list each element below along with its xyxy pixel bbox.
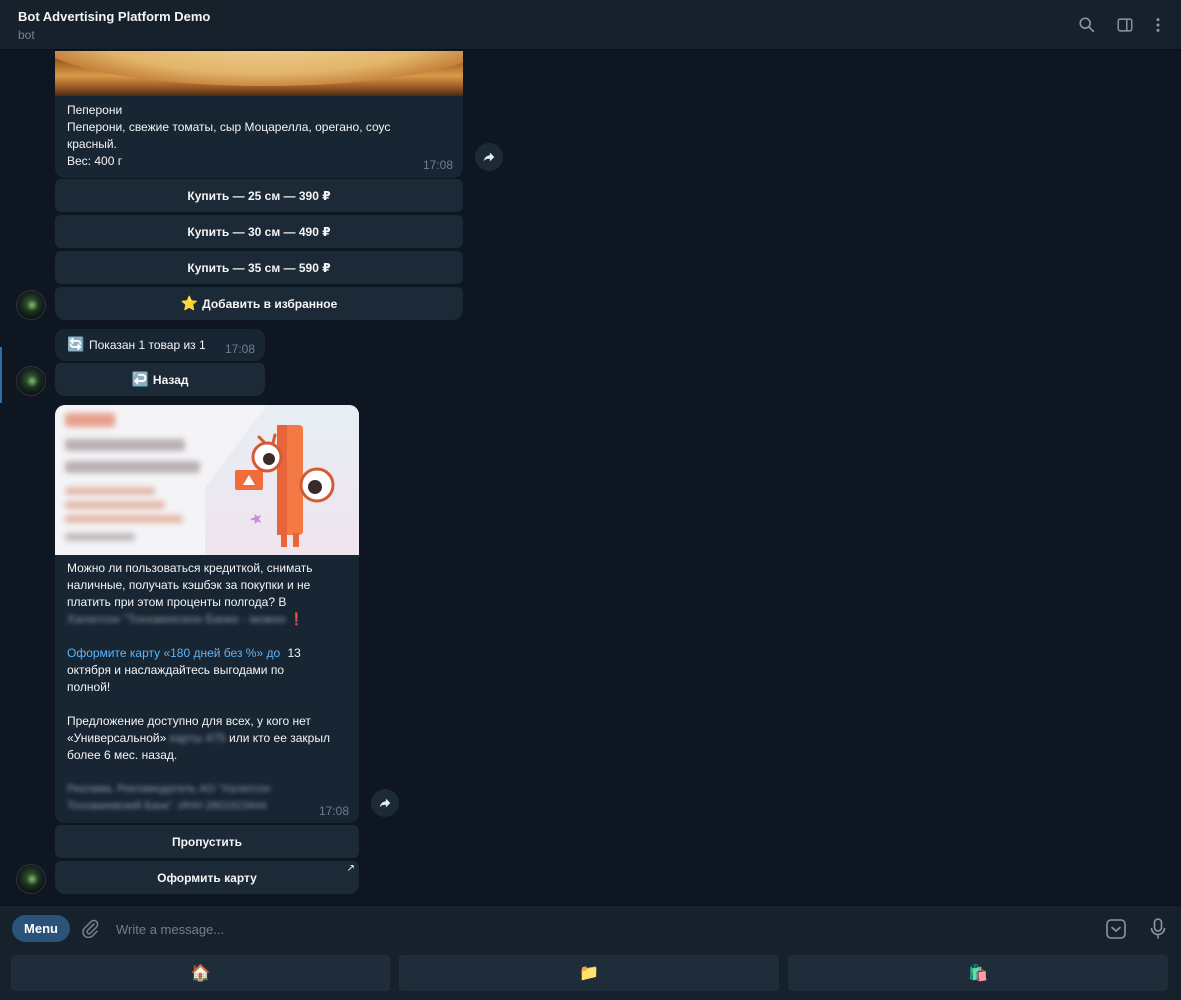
sidebar-toggle-icon[interactable] [1114, 14, 1136, 36]
microphone-icon[interactable] [1148, 917, 1168, 941]
ad-text-line: более 6 мес. назад. [67, 748, 178, 762]
bot-avatar[interactable] [16, 366, 46, 396]
message-composer: Menu [0, 905, 1181, 950]
star-icon: ⭐ [180, 295, 199, 311]
shopping-bags-icon: 🛍️ [968, 965, 988, 982]
folder-icon: 📁 [579, 965, 599, 982]
ad-text-fragment: или кто ее закрыл [229, 731, 330, 745]
message-time: 17:08 [224, 342, 255, 356]
ad-text-line: Предложение доступно для всех, у кого не… [67, 714, 311, 728]
chat-header: Bot Advertising Platform Demo bot [0, 0, 1181, 50]
external-link-icon: ↗ [346, 863, 355, 874]
forward-icon[interactable] [475, 143, 503, 171]
ad-text-line: платить при этом проценты полгода? В [67, 595, 287, 609]
product-name: Пеперони [67, 103, 123, 117]
mascot-illustration [235, 425, 335, 547]
ad-disclaimer-redacted: Реклама. Рекламодатель АО "Халатсон [67, 783, 271, 795]
ad-text-line: полной! [67, 680, 111, 694]
redacted-text: Халатсон "Тоххакеескон Банке - можно [67, 612, 286, 626]
ad-text-fragment: «Универсальной» [67, 731, 167, 745]
ad-message-bubble: Можно ли пользоваться кредиткой, снимать… [55, 555, 359, 823]
shopping-button[interactable]: 🛍️ [788, 955, 1168, 991]
apply-card-label: Оформить карту [157, 870, 257, 885]
ad-text-line: «Универсальной» карты 475 или кто ее зак… [67, 730, 330, 747]
chat-title[interactable]: Bot Advertising Platform Demo [18, 9, 210, 24]
back-label: Назад [152, 372, 189, 387]
reply-keyboard: 🏠 📁 🛍️ [0, 950, 1181, 1000]
redacted-text: карты 475 [169, 731, 226, 745]
forward-icon[interactable] [371, 789, 399, 817]
home-icon: 🏠 [190, 965, 211, 982]
product-message-bubble: Пеперони Пеперони, свежие томаты, сыр Мо… [55, 96, 463, 178]
ad-text-fragment: 13 [287, 646, 301, 660]
add-to-favorites-button[interactable]: ⭐ Добавить в избранное [55, 287, 463, 320]
bot-avatar[interactable] [16, 864, 46, 894]
more-vertical-icon[interactable] [1147, 14, 1169, 36]
card-offer-link[interactable]: Оформите карту «180 дней без %» до [67, 646, 280, 660]
paperclip-icon[interactable] [80, 918, 100, 939]
message-time: 17:08 [422, 158, 453, 172]
message-time: 17:08 [318, 804, 349, 818]
ad-text-line-redacted: Халатсон "Тоххакеескон Банке - можно ❗ [67, 611, 304, 628]
chat-subtitle: bot [18, 28, 35, 42]
pizza-photo[interactable] [55, 51, 463, 96]
product-description-line: красный. [67, 137, 117, 151]
buy-35cm-button[interactable]: Купить — 35 см — 590 ₽ [55, 251, 463, 284]
search-icon[interactable] [1076, 14, 1098, 36]
bot-menu-button[interactable]: Menu [12, 915, 70, 942]
unread-indicator [0, 347, 2, 403]
ad-banner-image[interactable] [55, 405, 359, 555]
exclamation-icon: ❗ [289, 612, 305, 626]
message-input[interactable] [116, 917, 1076, 941]
add-to-favorites-label: Добавить в избранное [202, 296, 338, 311]
bot-keyboard-toggle-icon[interactable] [1105, 918, 1127, 940]
pagination-message-bubble: 🔄 Показан 1 товар из 1 17:08 [55, 329, 265, 361]
skip-button[interactable]: Пропустить [55, 825, 359, 858]
buy-30cm-button[interactable]: Купить — 30 см — 490 ₽ [55, 215, 463, 248]
ad-text-line: Оформите карту «180 дней без %» до 13 [67, 645, 301, 662]
return-arrow-icon: ↩️ [131, 371, 149, 387]
ad-text-line: Можно ли пользоваться кредиткой, снимать [67, 561, 313, 575]
buy-25cm-button[interactable]: Купить — 25 см — 390 ₽ [55, 179, 463, 212]
product-weight: Вес: 400 г [67, 154, 123, 168]
ad-text-line: наличные, получать кэшбэк за покупки и н… [67, 578, 311, 592]
refresh-icon: 🔄 [67, 336, 85, 352]
ad-text-line: октября и наслаждайтесь выгодами по [67, 663, 284, 677]
apply-card-button[interactable]: Оформить карту ↗ [55, 861, 359, 894]
back-button[interactable]: ↩️ Назад [55, 363, 265, 396]
product-description-line: Пеперони, свежие томаты, сыр Моцарелла, … [67, 120, 391, 134]
chat-history[interactable]: Пеперони Пеперони, свежие томаты, сыр Мо… [0, 51, 1181, 905]
ad-disclaimer-redacted: Тоххакеевский Банк". ИНН 2801923444 [67, 800, 267, 812]
folder-button[interactable]: 📁 [399, 955, 779, 991]
pagination-text: Показан 1 товар из 1 [89, 338, 206, 352]
bot-avatar[interactable] [16, 290, 46, 320]
home-button[interactable]: 🏠 [11, 955, 390, 991]
